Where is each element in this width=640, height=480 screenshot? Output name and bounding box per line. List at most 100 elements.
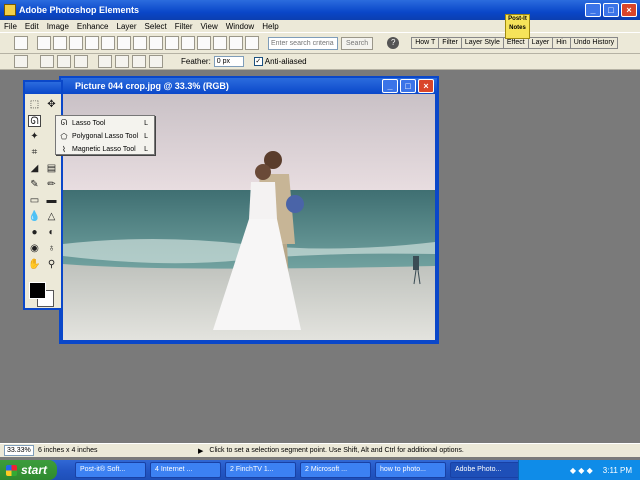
tab-undo-history[interactable]: Undo History bbox=[569, 37, 619, 49]
pencil-tool-icon[interactable]: ✏ bbox=[45, 179, 58, 191]
windows-logo-icon bbox=[6, 464, 17, 476]
brush-tool-icon[interactable]: ✎ bbox=[28, 179, 41, 191]
zoom-field[interactable]: 33.33% bbox=[4, 445, 34, 456]
maximize-button[interactable]: □ bbox=[603, 3, 619, 17]
tab-layers[interactable]: Layer bbox=[527, 37, 554, 49]
start-button[interactable]: start bbox=[0, 460, 57, 480]
sharpen-tool-icon[interactable]: △ bbox=[45, 211, 58, 223]
windows-taskbar: start Post-it® Soft... 4 Internet ... 2 … bbox=[0, 460, 640, 480]
sponge-tool-icon[interactable]: ● bbox=[28, 227, 41, 239]
menu-edit[interactable]: Edit bbox=[21, 22, 43, 31]
quick-fix-icon[interactable] bbox=[229, 36, 243, 50]
menu-image[interactable]: Image bbox=[43, 22, 73, 31]
task-postit[interactable]: Post-it® Soft... bbox=[75, 462, 146, 478]
polygonal-lasso-option-icon[interactable] bbox=[57, 55, 71, 68]
clock[interactable]: 3:11 PM bbox=[603, 466, 632, 475]
blur-tool-icon[interactable]: 💧 bbox=[28, 211, 41, 223]
search-input[interactable] bbox=[268, 36, 338, 50]
shortcuts-toolbar: Search ? How T Filter Layer Style Effect… bbox=[0, 32, 640, 54]
help-book-icon[interactable] bbox=[245, 36, 259, 50]
feather-label: Feather: bbox=[181, 57, 211, 66]
postit-label: Post-It bbox=[508, 16, 527, 22]
crop-tool-icon[interactable]: ⌗ bbox=[28, 147, 41, 159]
toolbox-header[interactable] bbox=[25, 82, 61, 94]
subtract-selection-icon[interactable] bbox=[132, 55, 146, 68]
tab-hints[interactable]: Hin bbox=[552, 37, 571, 49]
clone-stamp-icon[interactable]: ♁ bbox=[45, 243, 58, 255]
task-internet[interactable]: 4 Internet ... bbox=[150, 462, 221, 478]
menu-window[interactable]: Window bbox=[222, 22, 258, 31]
lasso-icon: ᘏ bbox=[60, 118, 68, 127]
bouquet bbox=[286, 195, 304, 213]
feather-input[interactable] bbox=[213, 56, 244, 67]
status-arrow-icon[interactable]: ▶ bbox=[198, 447, 203, 455]
menu-select[interactable]: Select bbox=[141, 22, 171, 31]
task-finchtv[interactable]: 2 FinchTV 1... bbox=[225, 462, 296, 478]
add-to-selection-icon[interactable] bbox=[115, 55, 129, 68]
tab-filters[interactable]: Filter bbox=[438, 37, 462, 49]
open-file-icon[interactable] bbox=[53, 36, 67, 50]
browse-icon[interactable] bbox=[69, 36, 83, 50]
doc-close-button[interactable]: × bbox=[418, 79, 434, 93]
menu-filter[interactable]: Filter bbox=[171, 22, 197, 31]
menu-file[interactable]: File bbox=[0, 22, 21, 31]
menu-enhance[interactable]: Enhance bbox=[73, 22, 113, 31]
print-icon[interactable] bbox=[133, 36, 147, 50]
zoom-tool-icon[interactable]: ⚲ bbox=[45, 259, 58, 271]
menu-view[interactable]: View bbox=[197, 22, 222, 31]
gradient-tool-icon[interactable]: ▤ bbox=[45, 163, 58, 175]
doc-minimize-button[interactable]: _ bbox=[382, 79, 398, 93]
red-eye-tool-icon[interactable]: ◉ bbox=[28, 243, 41, 255]
step-backward-icon[interactable] bbox=[197, 36, 211, 50]
import-icon[interactable] bbox=[85, 36, 99, 50]
lasso-tool-icon[interactable]: ᘏ bbox=[28, 115, 41, 127]
app-titlebar[interactable]: Adobe Photoshop Elements _ □ × bbox=[0, 0, 640, 20]
dodge-tool-icon[interactable]: ◐ bbox=[45, 227, 58, 239]
document-titlebar[interactable]: Picture 044 crop.jpg @ 33.3% (RGB) _ □ × bbox=[61, 78, 437, 94]
doc-maximize-button[interactable]: □ bbox=[400, 79, 416, 93]
new-selection-icon[interactable] bbox=[98, 55, 112, 68]
lasso-preset-icon[interactable] bbox=[14, 55, 28, 68]
photoshop-app-icon bbox=[4, 4, 16, 16]
shape-tool-icon[interactable]: ▬ bbox=[45, 195, 58, 207]
online-services-icon[interactable] bbox=[181, 36, 195, 50]
menu-bar: File Edit Image Enhance Layer Select Fil… bbox=[0, 20, 640, 32]
help-icon[interactable]: ? bbox=[387, 37, 400, 49]
flyout-item-polygonal-lasso[interactable]: ⬠ Polygonal Lasso Tool L bbox=[56, 130, 154, 142]
paint-bucket-icon[interactable]: ◢ bbox=[28, 163, 41, 175]
save-for-web-icon[interactable] bbox=[117, 36, 131, 50]
flyout-item-lasso[interactable]: ᘏ Lasso Tool L bbox=[56, 117, 154, 129]
anti-aliased-label: Anti-aliased bbox=[264, 57, 307, 66]
minimize-button[interactable]: _ bbox=[585, 3, 601, 17]
task-how-to-photo[interactable]: how to photo... bbox=[375, 462, 446, 478]
save-icon[interactable] bbox=[101, 36, 115, 50]
magnetic-lasso-option-icon[interactable] bbox=[74, 55, 88, 68]
tab-layer-styles[interactable]: Layer Style bbox=[460, 37, 504, 49]
menu-layer[interactable]: Layer bbox=[113, 22, 141, 31]
menu-help[interactable]: Help bbox=[258, 22, 282, 31]
close-button[interactable]: × bbox=[621, 3, 637, 17]
magic-wand-icon[interactable]: ✦ bbox=[28, 131, 41, 143]
new-file-icon[interactable] bbox=[37, 36, 51, 50]
lasso-tool-option-icon[interactable] bbox=[40, 55, 54, 68]
foreground-color-swatch[interactable] bbox=[29, 282, 46, 299]
move-tool-icon[interactable]: ✥ bbox=[45, 99, 58, 111]
intersect-selection-icon[interactable] bbox=[149, 55, 163, 68]
eraser-tool-icon[interactable]: ▭ bbox=[28, 195, 41, 207]
anti-aliased-checkbox[interactable]: ✓ bbox=[253, 57, 263, 66]
postit-notes-icon[interactable]: Post-It Notes bbox=[505, 14, 530, 39]
flyout-item-magnetic-lasso[interactable]: ⌇ Magnetic Lasso Tool L bbox=[56, 143, 154, 155]
email-icon[interactable] bbox=[165, 36, 179, 50]
tab-how-to[interactable]: How T bbox=[411, 37, 440, 49]
task-microsoft[interactable]: 2 Microsoft ... bbox=[300, 462, 371, 478]
adobe-logo-icon[interactable] bbox=[14, 36, 28, 50]
hand-tool-icon[interactable]: ✋ bbox=[28, 259, 41, 271]
task-adobe-photoshop[interactable]: Adobe Photo... bbox=[450, 462, 521, 478]
step-forward-icon[interactable] bbox=[213, 36, 227, 50]
polygonal-lasso-icon: ⬠ bbox=[60, 131, 68, 141]
search-button[interactable]: Search bbox=[341, 36, 374, 50]
magnetic-lasso-icon: ⌇ bbox=[62, 144, 66, 154]
marquee-tool-icon[interactable]: ⬚ bbox=[28, 99, 41, 111]
print-preview-icon[interactable] bbox=[149, 36, 163, 50]
tray-icons[interactable]: ◆ ◆ ◆ bbox=[570, 466, 593, 475]
